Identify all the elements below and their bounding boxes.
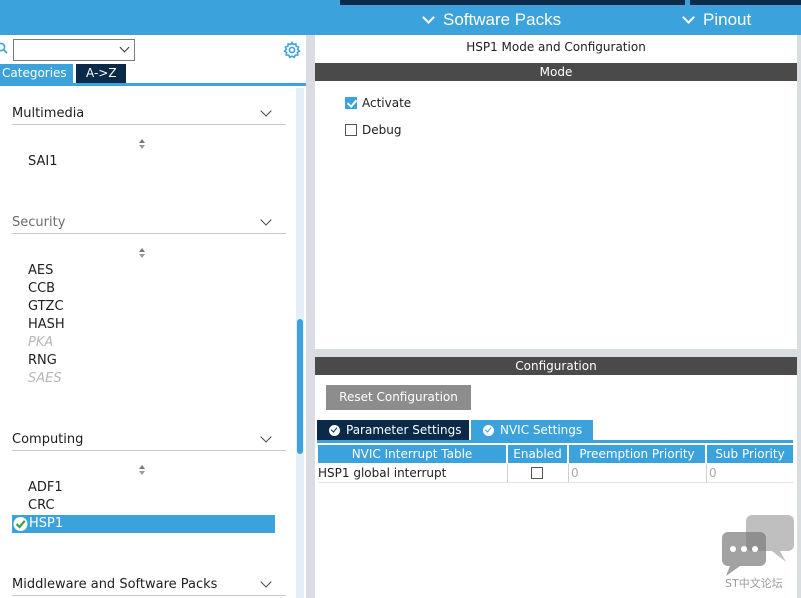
category-label: Computing: [12, 432, 84, 447]
list-item-rng[interactable]: RNG: [28, 352, 57, 370]
chevron-down-icon[interactable]: [260, 576, 272, 588]
sort-icon[interactable]: [138, 247, 146, 259]
category-label: Security: [12, 215, 66, 230]
chevron-down-icon: [422, 11, 435, 24]
software-packs-menu[interactable]: Software Packs: [420, 9, 561, 31]
column-header-enabled[interactable]: Enabled: [508, 445, 567, 463]
pinout-menu[interactable]: Pinout: [680, 9, 751, 31]
debug-checkbox[interactable]: [345, 124, 357, 136]
check-circle-icon: [483, 424, 494, 436]
column-header-interrupt[interactable]: NVIC Interrupt Table: [318, 445, 506, 463]
list-item-crc[interactable]: CRC: [28, 497, 55, 515]
tab-nvic-settings[interactable]: NVIC Settings: [471, 420, 593, 440]
toolbar-dark-strip: [340, 0, 685, 5]
categories-panel: Categories A->Z Multimedia SAI1 Security…: [0, 35, 306, 598]
reset-configuration-button[interactable]: Reset Configuration: [326, 385, 471, 410]
category-header-middleware[interactable]: Middleware and Software Packs: [12, 576, 286, 596]
page-title: HSP1 Mode and Configuration: [466, 40, 646, 54]
list-item-gtzc[interactable]: GTZC: [28, 298, 64, 316]
search-combobox[interactable]: [13, 39, 135, 61]
list-item-hsp1[interactable]: HSP1: [12, 515, 275, 533]
list-item-hash[interactable]: HASH: [28, 316, 65, 334]
list-item-ccb[interactable]: CCB: [28, 280, 55, 298]
panel-splitter[interactable]: [306, 35, 315, 598]
pinout-label: Pinout: [703, 10, 752, 29]
check-circle-icon: [329, 424, 340, 436]
check-circle-icon: [13, 517, 28, 531]
debug-label: Debug: [362, 123, 402, 137]
enabled-checkbox[interactable]: [531, 467, 543, 479]
watermark-text: ST中文论坛: [725, 577, 783, 590]
category-header-multimedia[interactable]: Multimedia: [12, 105, 286, 125]
list-item-adf1[interactable]: ADF1: [28, 479, 63, 497]
gear-icon[interactable]: [283, 41, 301, 59]
tab-a-to-z[interactable]: A->Z: [76, 64, 126, 83]
tab-categories[interactable]: Categories: [0, 64, 73, 83]
top-toolbar: Software Packs Pinout: [0, 0, 801, 35]
search-row: [0, 38, 306, 62]
list-item-pka[interactable]: PKA: [28, 334, 53, 352]
column-header-sub-priority[interactable]: Sub Priority: [707, 445, 793, 463]
preemption-priority-value: 0: [571, 466, 579, 480]
toolbar-dark-strip-2: [690, 0, 801, 5]
interrupt-name: HSP1 global interrupt: [318, 466, 447, 480]
column-header-preemption[interactable]: Preemption Priority: [569, 445, 705, 463]
category-header-computing[interactable]: Computing: [12, 431, 286, 451]
list-item-saes[interactable]: SAES: [28, 370, 62, 388]
search-icon[interactable]: [0, 42, 9, 54]
scrollbar-thumb[interactable]: [297, 319, 303, 454]
debug-checkbox-row[interactable]: Debug: [345, 123, 401, 137]
table-row-sub-priority-cell[interactable]: 0: [707, 464, 793, 483]
category-label: Middleware and Software Packs: [12, 577, 218, 592]
mode-section: [315, 81, 797, 349]
section-splitter[interactable]: [315, 349, 797, 357]
software-packs-label: Software Packs: [443, 10, 562, 29]
activate-checkbox-row[interactable]: Activate: [345, 96, 411, 110]
table-row-name-cell: HSP1 global interrupt: [318, 464, 508, 483]
table-row-enabled-cell: [508, 464, 569, 483]
list-item-sai1[interactable]: SAI1: [28, 153, 58, 171]
chevron-down-icon[interactable]: [260, 431, 272, 443]
chevron-down-icon[interactable]: [119, 42, 130, 53]
activate-label: Activate: [362, 96, 412, 110]
right-edge-border: [797, 35, 801, 598]
sort-icon[interactable]: [138, 138, 146, 150]
tab-label: Parameter Settings: [346, 423, 462, 437]
chevron-down-icon[interactable]: [260, 214, 272, 226]
category-label: Multimedia: [12, 106, 85, 121]
mode-section-bar: Mode: [315, 63, 797, 81]
activate-checkbox[interactable]: [345, 97, 357, 109]
sub-priority-value: 0: [709, 466, 717, 480]
chevron-down-icon[interactable]: [260, 105, 272, 117]
tab-parameter-settings[interactable]: Parameter Settings: [317, 420, 469, 440]
category-header-security[interactable]: Security: [12, 214, 286, 234]
chevron-down-icon: [682, 11, 695, 24]
table-row-preemption-cell[interactable]: 0: [569, 464, 707, 483]
list-item-label: HSP1: [29, 516, 64, 531]
tab-label: NVIC Settings: [500, 423, 583, 437]
tab-underline: [0, 83, 306, 86]
list-item-aes[interactable]: AES: [28, 262, 53, 280]
configuration-section-bar: Configuration: [315, 357, 797, 375]
app-window: Software Packs Pinout Categories A->Z Mu…: [0, 0, 801, 598]
tab-underline: [317, 440, 793, 443]
sort-icon[interactable]: [138, 464, 146, 476]
category-tabs: Categories A->Z: [0, 64, 126, 83]
